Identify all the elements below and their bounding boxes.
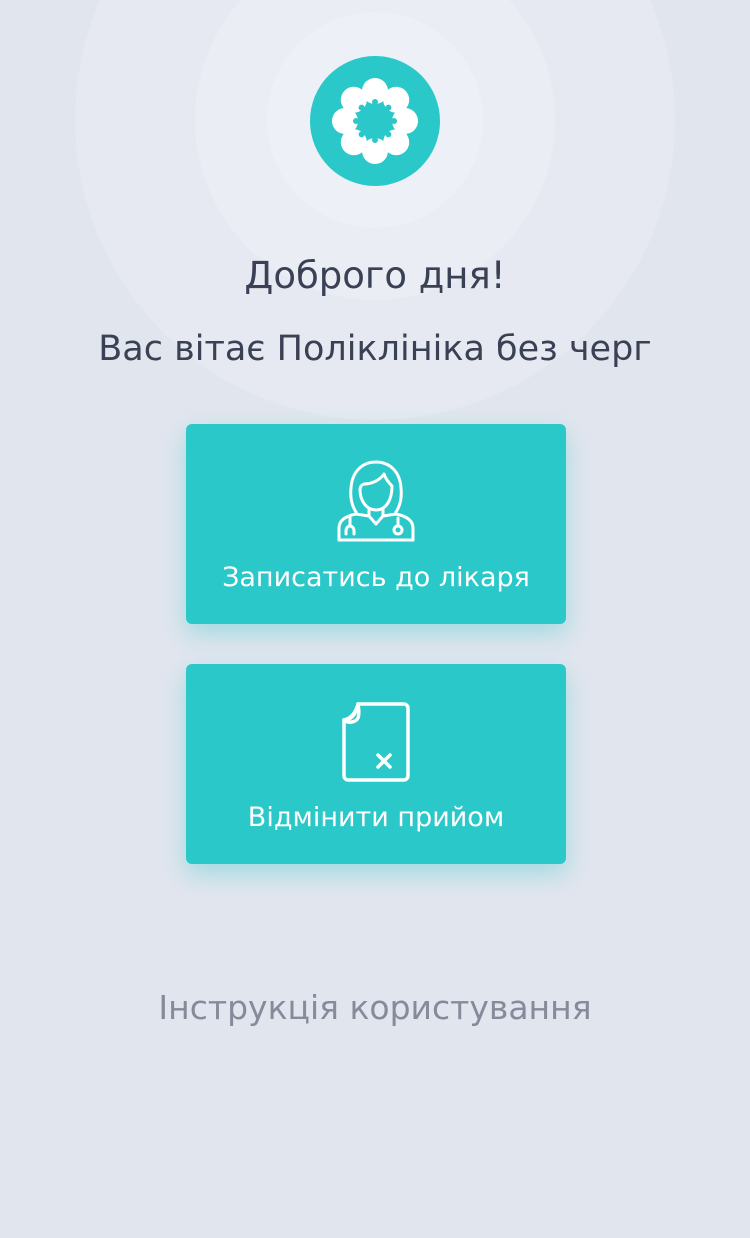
welcome-subtitle: Вас вітає Поліклініка без черг <box>98 329 652 369</box>
doctor-icon <box>337 460 415 542</box>
cancel-document-icon <box>342 702 410 782</box>
flower-icon <box>332 78 418 164</box>
logo <box>310 56 440 186</box>
book-doctor-button[interactable]: Записатись до лікаря <box>186 424 566 624</box>
book-doctor-label: Записатись до лікаря <box>222 562 530 593</box>
cancel-appointment-button[interactable]: Відмінити прийом <box>186 664 566 864</box>
greeting-title: Доброго дня! <box>244 254 506 297</box>
user-instructions-link[interactable]: Інструкція користування <box>0 984 750 1032</box>
cancel-appointment-label: Відмінити прийом <box>247 802 505 833</box>
